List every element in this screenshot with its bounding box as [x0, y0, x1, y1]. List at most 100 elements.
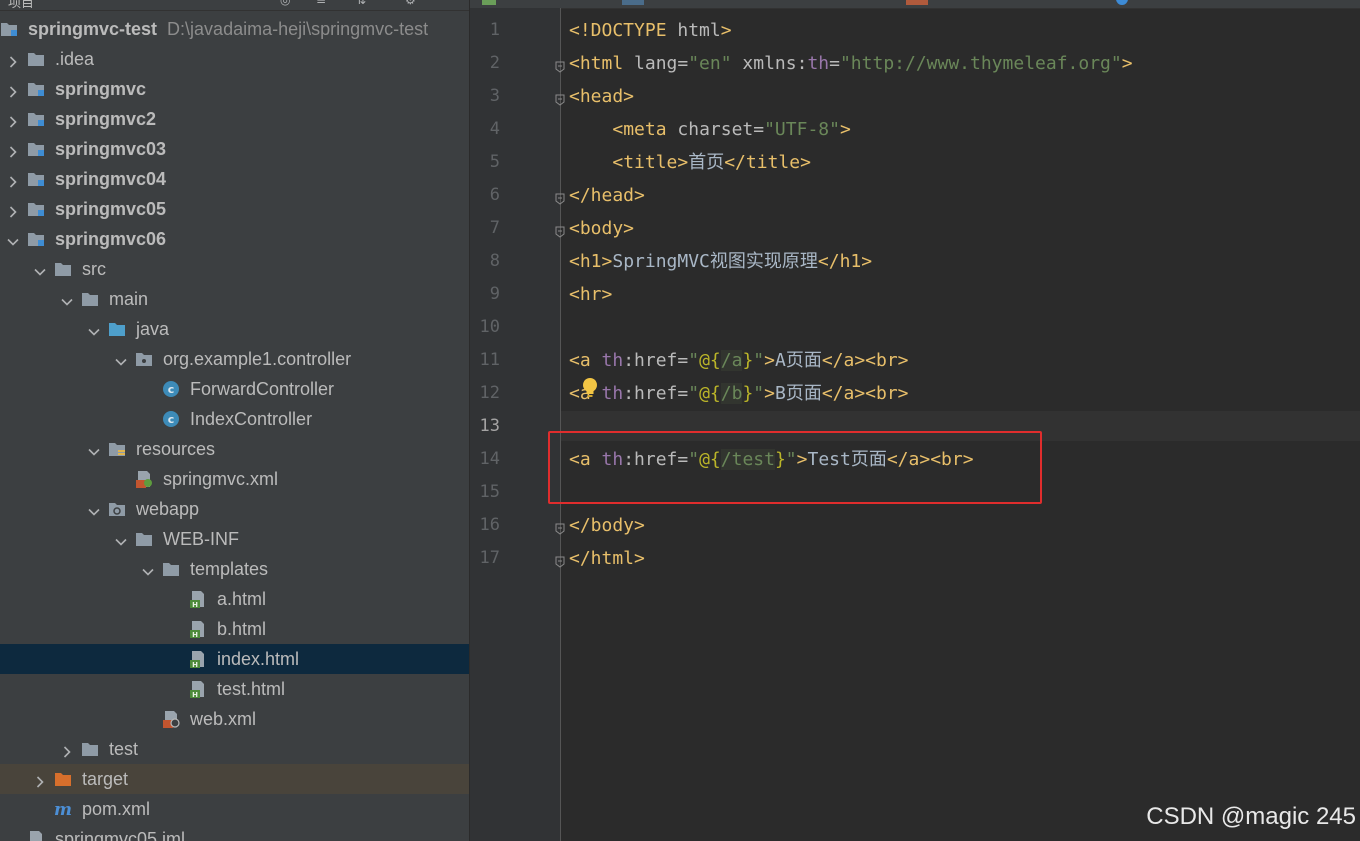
tree-row[interactable]: c IndexController: [0, 404, 469, 434]
tree-item-label: springmvc06: [55, 229, 166, 250]
html-tab-icon[interactable]: [482, 0, 496, 5]
fold-marker-icon[interactable]: [555, 58, 565, 73]
folder-icon: [54, 260, 72, 278]
code-line[interactable]: </html>: [569, 544, 645, 574]
tree-row[interactable]: springmvc03: [0, 134, 469, 164]
tree-item-label: ForwardController: [190, 379, 334, 400]
source-folder-icon: [108, 320, 126, 338]
code-line[interactable]: <body>: [569, 214, 634, 244]
chevron-right-icon[interactable]: [61, 743, 73, 758]
editor-tab-strip: [470, 0, 1360, 9]
chevron-down-icon[interactable]: [88, 443, 100, 456]
code-token: "http://www.thymeleaf.org": [839, 53, 1122, 74]
chevron-down-icon[interactable]: [7, 233, 19, 246]
tree-item-label: springmvc-test D:\javadaima-heji\springmv…: [28, 19, 428, 40]
tree-row[interactable]: Hb.html: [0, 614, 469, 644]
fold-marker-icon[interactable]: [555, 91, 565, 106]
code-line[interactable]: <html lang="en" xmlns:th="http://www.thy…: [569, 49, 1133, 79]
code-token: A页面: [774, 350, 822, 371]
tree-row[interactable]: springmvc05.iml: [0, 824, 469, 841]
fold-marker-icon[interactable]: [555, 190, 565, 205]
tree-row[interactable]: springmvc.xml: [0, 464, 469, 494]
code-token: :href=: [623, 350, 689, 371]
code-line[interactable]: <hr>: [569, 280, 612, 310]
tree-item-label: index.html: [217, 649, 299, 670]
chevron-right-icon[interactable]: [34, 773, 46, 788]
locate-file-icon[interactable]: ◎: [280, 0, 292, 6]
chevron-down-icon[interactable]: [115, 353, 127, 366]
fold-marker-icon[interactable]: [555, 520, 565, 535]
chevron-right-icon[interactable]: [7, 173, 19, 188]
tree-row[interactable]: m pom.xml: [0, 794, 469, 824]
tree-item-name: springmvc2: [55, 109, 157, 129]
tree-item-label: target: [82, 769, 128, 790]
tree-row[interactable]: test: [0, 734, 469, 764]
chevron-down-icon[interactable]: [88, 503, 100, 516]
chevron-down-icon[interactable]: [61, 293, 73, 306]
chevron-right-icon[interactable]: [7, 203, 19, 218]
tree-item-name: WEB-INF: [163, 529, 239, 549]
chevron-down-icon[interactable]: [142, 563, 154, 576]
class-tab-icon[interactable]: [1116, 0, 1128, 5]
tree-row[interactable]: target: [0, 764, 469, 794]
spring-tab-icon[interactable]: [906, 0, 928, 5]
folder-icon: [162, 560, 180, 578]
code-token: >: [839, 119, 851, 140]
xml-tab-icon[interactable]: [622, 0, 644, 5]
tree-row[interactable]: org.example1.controller: [0, 344, 469, 374]
code-line[interactable]: <!DOCTYPE html>: [569, 16, 732, 46]
code-line[interactable]: <h1>SpringMVC视图实现原理</h1>: [569, 247, 872, 277]
tree-row[interactable]: resources: [0, 434, 469, 464]
code-line[interactable]: </head>: [569, 181, 645, 211]
chevron-right-icon[interactable]: [7, 143, 19, 158]
fold-marker-icon[interactable]: [555, 223, 565, 238]
chevron-down-icon[interactable]: [88, 323, 100, 336]
code-token: ": [688, 350, 700, 371]
expand-all-icon[interactable]: ⇅: [356, 0, 368, 6]
code-line[interactable]: <title>首页</title>: [569, 148, 811, 178]
chevron-right-icon[interactable]: [7, 53, 19, 68]
code-line[interactable]: <a th:href="@{/b}">B页面</a><br>: [569, 379, 909, 409]
tree-item-label: .idea: [55, 49, 94, 70]
tree-row[interactable]: src: [0, 254, 469, 284]
module-folder-icon: [27, 110, 45, 128]
tree-row[interactable]: main: [0, 284, 469, 314]
chevron-right-icon[interactable]: [7, 83, 19, 98]
code-editor[interactable]: <!DOCTYPE html> <html lang="en" xmlns:th=…: [470, 0, 1360, 841]
chevron-right-icon[interactable]: [7, 113, 19, 128]
code-line[interactable]: <head>: [569, 82, 634, 112]
collapse-all-icon[interactable]: ≡: [316, 0, 328, 6]
tree-row[interactable]: springmvc04: [0, 164, 469, 194]
tree-row[interactable]: Htest.html: [0, 674, 469, 704]
tree-row[interactable]: c ForwardController: [0, 374, 469, 404]
intention-bulb-icon[interactable]: [581, 377, 599, 399]
line-number: 5: [489, 152, 500, 172]
code-line[interactable]: <a th:href="@{/a}">A页面</a><br>: [569, 346, 909, 376]
tree-row[interactable]: WEB-INF: [0, 524, 469, 554]
fold-marker-icon[interactable]: [555, 553, 565, 568]
svg-text:H: H: [192, 691, 198, 698]
tree-item-name: resources: [136, 439, 216, 459]
tree-row[interactable]: springmvc05: [0, 194, 469, 224]
code-line[interactable]: <meta charset="UTF-8">: [569, 115, 851, 145]
tree-row[interactable]: Hindex.html: [0, 644, 469, 674]
tree-row[interactable]: springmvc: [0, 74, 469, 104]
tree-row[interactable]: Ha.html: [0, 584, 469, 614]
tree-row[interactable]: springmvc06: [0, 224, 469, 254]
chevron-down-icon[interactable]: [34, 263, 46, 276]
code-token: >: [764, 383, 775, 404]
code-token: </body>: [569, 515, 645, 536]
settings-gear-icon[interactable]: ⚙: [405, 0, 417, 6]
tree-row[interactable]: springmvc-test D:\javadaima-heji\springmv…: [0, 14, 469, 44]
tree-row[interactable]: .idea: [0, 44, 469, 74]
code-token: "UTF-8": [764, 119, 840, 140]
tree-row[interactable]: java: [0, 314, 469, 344]
tree-row[interactable]: templates: [0, 554, 469, 584]
tree-row[interactable]: webapp: [0, 494, 469, 524]
chevron-down-icon[interactable]: [115, 533, 127, 546]
code-line[interactable]: </body>: [569, 511, 645, 541]
tree-row[interactable]: web.xml: [0, 704, 469, 734]
code-token: }: [742, 383, 754, 404]
tree-row[interactable]: springmvc2: [0, 104, 469, 134]
